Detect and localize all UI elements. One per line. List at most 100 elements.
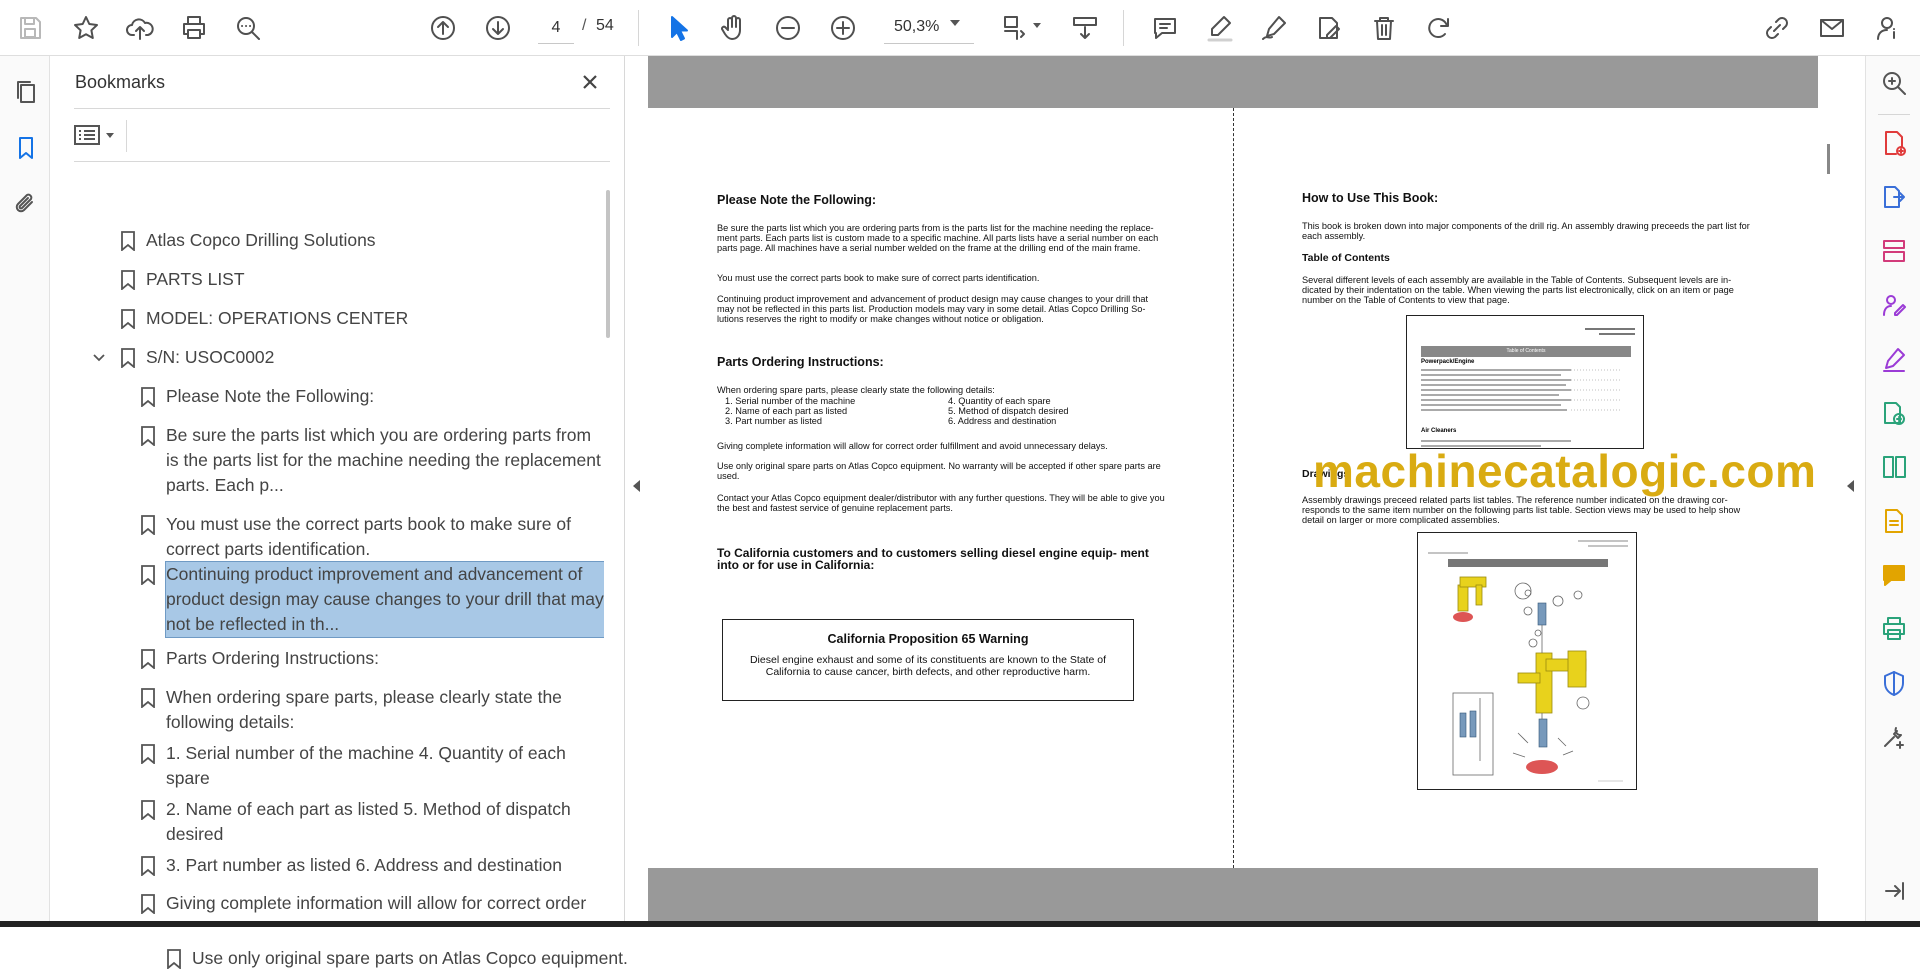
warning-title: California Proposition 65 Warning — [827, 632, 1029, 646]
left-tool-rail — [0, 56, 50, 927]
chevron-down-icon[interactable] — [950, 20, 960, 26]
bookmark-tree: Atlas Copco Drilling Solutions PARTS LIS… — [74, 170, 604, 927]
toc-section: Powerpack/Engine — [1421, 359, 1475, 365]
more-tools-icon[interactable] — [1877, 720, 1911, 754]
find-zoom-icon[interactable] — [228, 8, 268, 48]
trash-icon[interactable] — [1364, 8, 1404, 48]
zoom-level-select[interactable]: 50,3% — [884, 12, 974, 44]
doc-heading: Parts Ordering Instructions: — [717, 355, 884, 369]
send-for-review-icon[interactable] — [1877, 396, 1911, 430]
bookmark-icon — [121, 231, 135, 251]
star-icon[interactable] — [66, 8, 106, 48]
collapse-left-panel-icon[interactable] — [633, 480, 640, 492]
bookmark-icon — [167, 949, 181, 969]
bookmark-item[interactable]: When ordering spare parts, please clearl… — [141, 685, 604, 735]
doc-paragraph: Continuing product improvement and advan… — [717, 294, 1149, 324]
doc-paragraph: Several different levels of each assembl… — [1302, 275, 1734, 305]
protect-shield-icon[interactable] — [1877, 666, 1911, 700]
upload-cloud-icon[interactable] — [120, 8, 160, 48]
bookmark-item[interactable]: S/N: USOC0002 — [93, 345, 526, 370]
doc-heading: Please Note the Following: — [717, 193, 877, 207]
bookmark-icon — [141, 565, 155, 585]
save-icon[interactable] — [10, 8, 50, 48]
bookmark-item[interactable]: Please Note the Following: — [141, 384, 604, 409]
doc-paragraph: You must use the correct parts book to m… — [717, 273, 1040, 283]
bookmark-item[interactable]: 2. Name of each part as listed 5. Method… — [141, 797, 604, 847]
bookmark-item[interactable]: PARTS LIST — [121, 267, 526, 292]
bookmark-item[interactable]: 1. Serial number of the machine 4. Quant… — [141, 741, 604, 791]
scan-ocr-icon[interactable] — [1877, 504, 1911, 538]
comment-tool-icon[interactable] — [1877, 558, 1911, 592]
select-pointer-icon[interactable] — [658, 8, 698, 48]
edit-pdf-icon[interactable] — [1309, 8, 1349, 48]
document-scrollbar[interactable] — [1827, 144, 1830, 174]
hand-tool-icon[interactable] — [713, 8, 753, 48]
watermark-text: machinecatalogic.com — [1313, 445, 1817, 497]
toc-lines-graphic — [1421, 369, 1621, 411]
bookmark-item-selected[interactable]: Continuing product improvement and advan… — [141, 561, 604, 638]
doc-paragraph: Giving complete information will allow f… — [717, 441, 1108, 451]
bookmark-item[interactable]: 3. Part number as listed 6. Address and … — [141, 853, 604, 878]
organize-pages-icon[interactable] — [1877, 234, 1911, 268]
bookmark-item[interactable]: Atlas Copco Drilling Solutions — [121, 228, 526, 253]
doc-heading: To California customers and to customers… — [717, 546, 1149, 572]
page-gap — [648, 868, 1818, 927]
bookmarks-panel: Bookmarks Atlas Copco Drilling Solutions… — [50, 56, 628, 969]
doc-paragraph: When ordering spare parts, please clearl… — [717, 385, 995, 395]
bookmark-item[interactable]: Parts Ordering Instructions: — [141, 646, 604, 671]
zoom-out-icon[interactable] — [768, 8, 808, 48]
zoom-in-icon[interactable] — [823, 8, 863, 48]
close-icon[interactable] — [574, 66, 606, 98]
sign-pen-icon[interactable] — [1254, 8, 1294, 48]
print-production-icon[interactable] — [1877, 612, 1911, 646]
right-tools-rail — [1865, 56, 1920, 927]
chevron-down-icon[interactable] — [92, 351, 106, 365]
doc-paragraph: Be sure the parts list which you are ord… — [717, 223, 1159, 253]
doc-paragraph: Contact your Atlas Copco equipment deale… — [717, 493, 1165, 513]
bookmark-icon[interactable] — [8, 130, 44, 166]
bookmark-item[interactable]: You must use the correct parts book to m… — [141, 512, 604, 562]
page-thumbnails-icon[interactable] — [8, 74, 44, 110]
doc-paragraph: This book is broken down into major comp… — [1302, 221, 1750, 241]
rail-divider — [1878, 114, 1910, 115]
bookmark-options-button[interactable] — [74, 118, 130, 152]
prop65-warning-box: California Proposition 65 Warning Diesel… — [722, 619, 1134, 701]
account-icon[interactable] — [1868, 8, 1908, 48]
panel-divider — [126, 120, 127, 152]
redo-icon[interactable] — [1419, 8, 1459, 48]
page-down-icon[interactable] — [478, 8, 518, 48]
comment-icon[interactable] — [1145, 8, 1185, 48]
bookmark-scrollbar[interactable] — [606, 190, 610, 338]
page-fit-icon[interactable] — [993, 8, 1033, 48]
compare-files-icon[interactable] — [1877, 450, 1911, 484]
bookmark-icon — [141, 688, 155, 708]
scroll-mode-icon[interactable] — [1065, 8, 1105, 48]
print-icon[interactable] — [174, 8, 214, 48]
doc-list: 1. Serial number of the machine 2. Name … — [725, 396, 856, 426]
bookmark-icon — [141, 387, 155, 407]
create-pdf-icon[interactable] — [1877, 126, 1911, 160]
bookmark-item[interactable]: MODEL: OPERATIONS CENTER — [121, 306, 526, 331]
bookmark-icon — [141, 856, 155, 876]
chevron-down-icon[interactable] — [1033, 23, 1041, 28]
panel-title: Bookmarks — [75, 72, 166, 92]
bookmark-icon — [141, 800, 155, 820]
page-number-input[interactable] — [538, 12, 574, 44]
doc-paragraph: Assembly drawings preceed related parts … — [1302, 495, 1741, 525]
export-pdf-icon[interactable] — [1877, 180, 1911, 214]
page-up-icon[interactable] — [423, 8, 463, 48]
zoom-level-value: 50,3% — [894, 18, 940, 35]
expand-panel-icon[interactable] — [1877, 874, 1911, 908]
share-link-icon[interactable] — [1757, 8, 1797, 48]
collapse-right-panel-icon[interactable] — [1847, 480, 1854, 492]
search-zoom-icon[interactable] — [1877, 66, 1911, 100]
document-viewer[interactable]: Please Note the Following: Be sure the p… — [625, 56, 1865, 927]
fill-sign-icon[interactable] — [1877, 342, 1911, 376]
email-icon[interactable] — [1812, 8, 1852, 48]
bookmark-item[interactable]: Be sure the parts list which you are ord… — [141, 423, 604, 498]
highlight-pen-icon[interactable] — [1200, 8, 1240, 48]
chevron-down-icon — [106, 132, 114, 138]
attachment-icon[interactable] — [8, 186, 44, 222]
panel-divider — [74, 161, 610, 162]
request-signature-icon[interactable] — [1877, 288, 1911, 322]
